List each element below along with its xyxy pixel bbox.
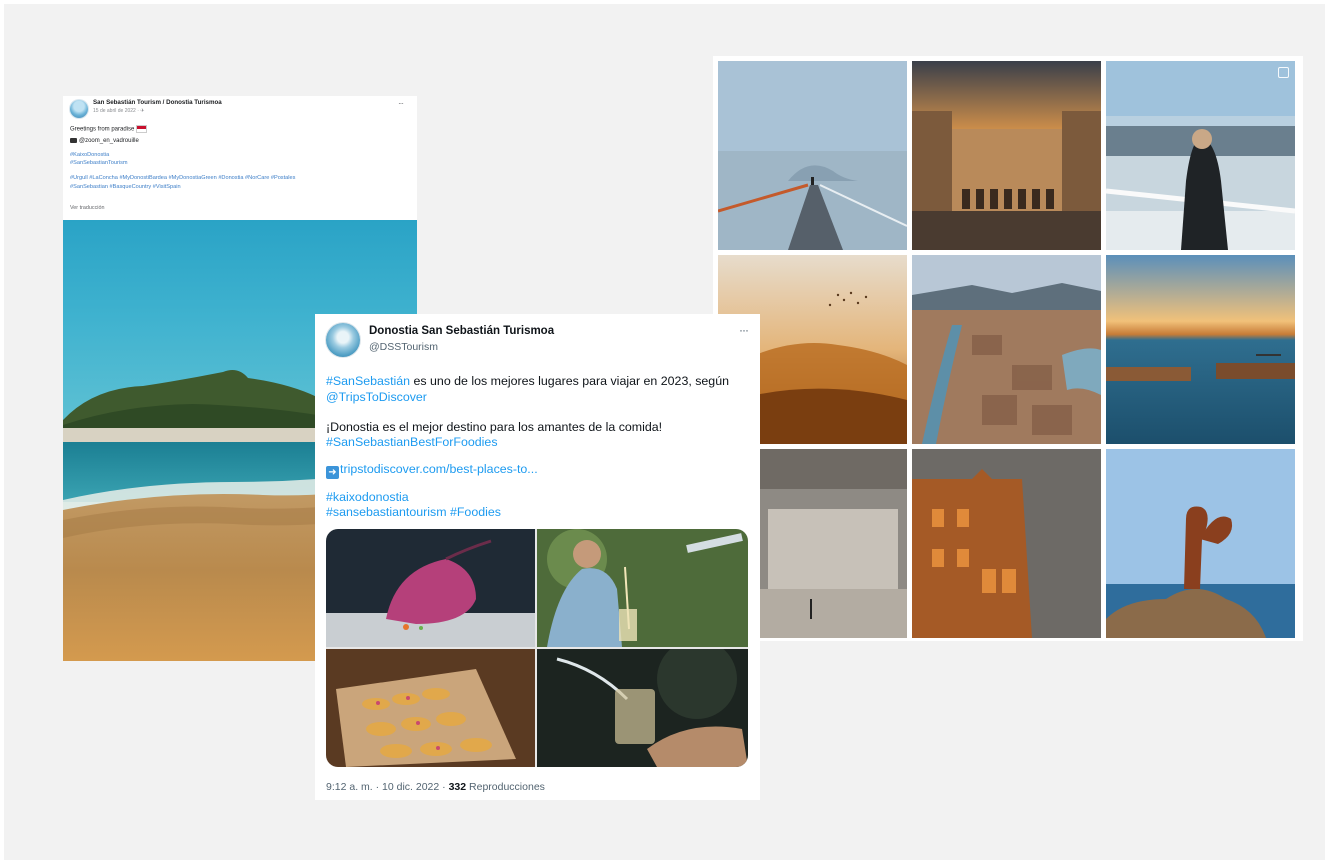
grid-photo-woman-railing[interactable]: [1106, 61, 1295, 250]
media-photo-pintxos[interactable]: [326, 649, 535, 767]
grid-photo-aerial-city[interactable]: [912, 255, 1101, 444]
views-label: Reproducciones: [466, 781, 545, 793]
display-name[interactable]: Donostia San Sebastián Turismoa: [369, 325, 554, 337]
pintxos-photo: [326, 649, 535, 767]
tweet-text: ¡Donostia es el mejor destino para los a…: [326, 420, 663, 434]
tweet-url-line: ➜ tripstodiscover.com/best-places-to...: [326, 462, 538, 479]
media-photo-cider-pour[interactable]: [537, 529, 748, 647]
grid-photo-peine-del-viento[interactable]: [1106, 449, 1295, 638]
hashtag-link[interactable]: #SanSebastián: [326, 374, 410, 388]
aerial-city-photo: [912, 255, 1101, 444]
grid-photo-plaza[interactable]: [912, 61, 1101, 250]
mention-link[interactable]: @TripsToDiscover: [326, 390, 427, 404]
tweet-line: @TripsToDiscover: [326, 390, 427, 404]
hashtag-line[interactable]: #Urgull #LaConcha #MyDonostiBardea #MyDo…: [70, 175, 295, 181]
profile-avatar[interactable]: [326, 323, 360, 357]
woman-railing-photo: [1106, 61, 1295, 250]
see-translation-link[interactable]: Ver traducción: [70, 205, 104, 211]
tweet-timestamp[interactable]: 9:12 a. m. · 10 dic. 2022 ·: [326, 781, 449, 793]
tweet-line: #sansebastiantourism #Foodies: [326, 505, 501, 519]
hashtag-line[interactable]: #SanSebastianTourism: [70, 160, 128, 166]
tweet-line: #SanSebastianBestForFoodies: [326, 435, 498, 449]
user-handle[interactable]: @DSSTourism: [369, 341, 438, 353]
instagram-photo-grid: [713, 56, 1303, 641]
hashtag-link[interactable]: #kaixodonostia: [326, 490, 409, 504]
tweet-text: es uno de los mejores lugares para viaja…: [410, 374, 729, 388]
hashtag-link[interactable]: #SanSebastianBestForFoodies: [326, 435, 498, 449]
tweet-line: ¡Donostia es el mejor destino para los a…: [326, 420, 662, 434]
tweet-line: #SanSebastián es uno de los mejores luga…: [326, 374, 729, 388]
post-date[interactable]: 15 de abril de 2022 · ✈: [93, 108, 144, 114]
hashtag-line[interactable]: #KaixoDonostia: [70, 152, 109, 158]
tweet-line: #kaixodonostia: [326, 490, 409, 504]
post-text: Greetings from paradise: [70, 125, 148, 133]
plaza-sunset-photo: [912, 61, 1101, 250]
twitter-post-card: Donostia San Sebastián Turismoa @DSSTour…: [315, 314, 760, 800]
media-photo-dish[interactable]: [326, 529, 535, 647]
tweet-metadata: 9:12 a. m. · 10 dic. 2022 · 332 Reproduc…: [326, 781, 545, 793]
tweet-media-grid: [326, 529, 748, 767]
arrow-right-icon: ➜: [326, 466, 339, 479]
url-link[interactable]: tripstodiscover.com/best-places-to...: [340, 462, 538, 476]
harbor-photo: [1106, 255, 1295, 444]
dish-photo: [326, 529, 535, 647]
media-photo-glass-splash[interactable]: [537, 649, 748, 767]
grid-photo-ornate-building[interactable]: [912, 449, 1101, 638]
more-options-icon[interactable]: ···: [398, 99, 404, 108]
views-count: 332: [448, 781, 467, 793]
sculpture-photo: [1106, 449, 1295, 638]
camera-icon: [70, 138, 77, 143]
grid-photo-misty-pier[interactable]: [718, 61, 907, 250]
hashtag-link[interactable]: #sansebastiantourism #Foodies: [326, 505, 501, 519]
ornate-building-photo: [912, 449, 1101, 638]
page-name[interactable]: San Sebastián Tourism / Donostia Turismo…: [93, 99, 222, 106]
credit-handle[interactable]: @zoom_en_vadrouille: [79, 138, 139, 144]
page-avatar[interactable]: [70, 100, 88, 118]
photo-credit: @zoom_en_vadrouille: [70, 138, 139, 144]
multi-photo-icon: [1278, 67, 1289, 78]
more-options-icon[interactable]: ···: [739, 323, 749, 337]
flag-icon: [136, 125, 148, 133]
glass-splash-photo: [537, 649, 748, 767]
cider-pour-photo: [537, 529, 748, 647]
grid-photo-harbor[interactable]: [1106, 255, 1295, 444]
facebook-post-header: San Sebastián Tourism / Donostia Turismo…: [63, 96, 417, 220]
post-text-line: Greetings from paradise: [70, 126, 135, 133]
misty-pier-photo: [718, 61, 907, 250]
hashtag-line[interactable]: #SanSebastian #BasqueCountry #VisitSpain: [70, 184, 181, 190]
